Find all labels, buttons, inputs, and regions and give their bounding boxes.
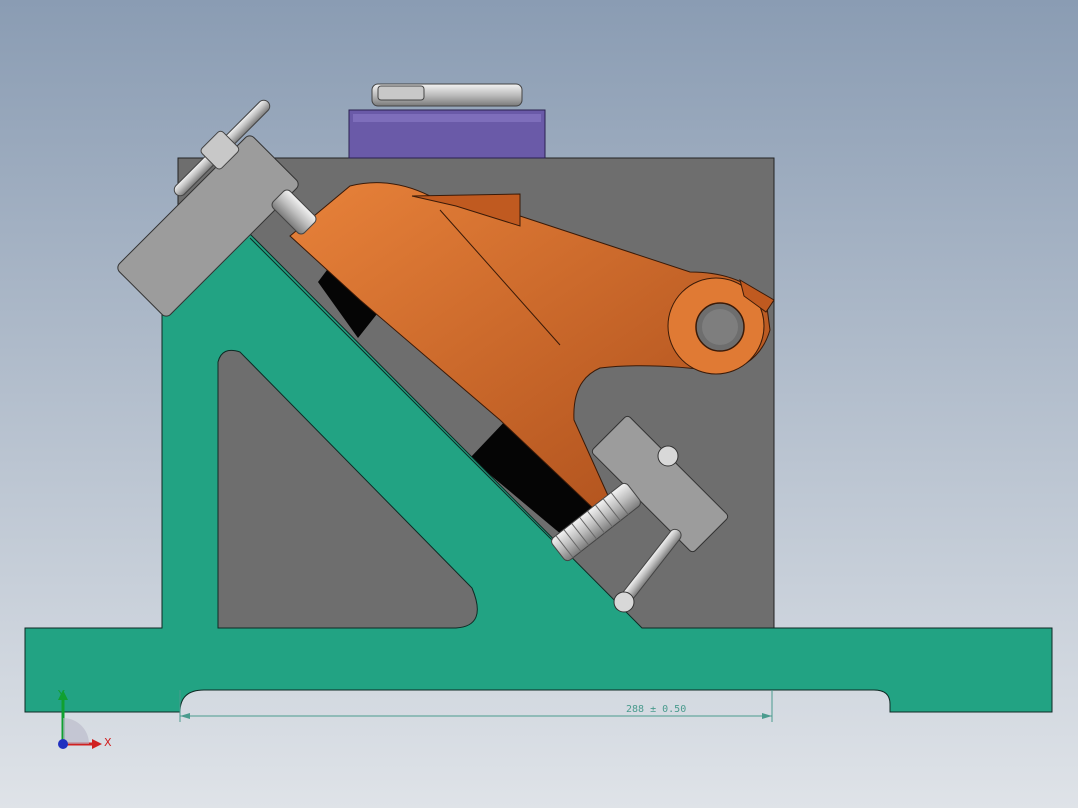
y-axis-label: Y: [57, 688, 65, 701]
lower-clamp-nut-bottom: [613, 591, 635, 613]
cad-viewport: 288 ± 0.50 X Y: [0, 0, 1078, 808]
top-cam-screw: [377, 85, 425, 101]
dimension-value: 288 ± 0.50: [626, 704, 686, 715]
top-locator-assembly: [348, 83, 546, 159]
x-axis-label: X: [104, 736, 112, 749]
z-axis-dot: [58, 739, 68, 749]
lower-clamp-nut-top: [657, 445, 679, 467]
